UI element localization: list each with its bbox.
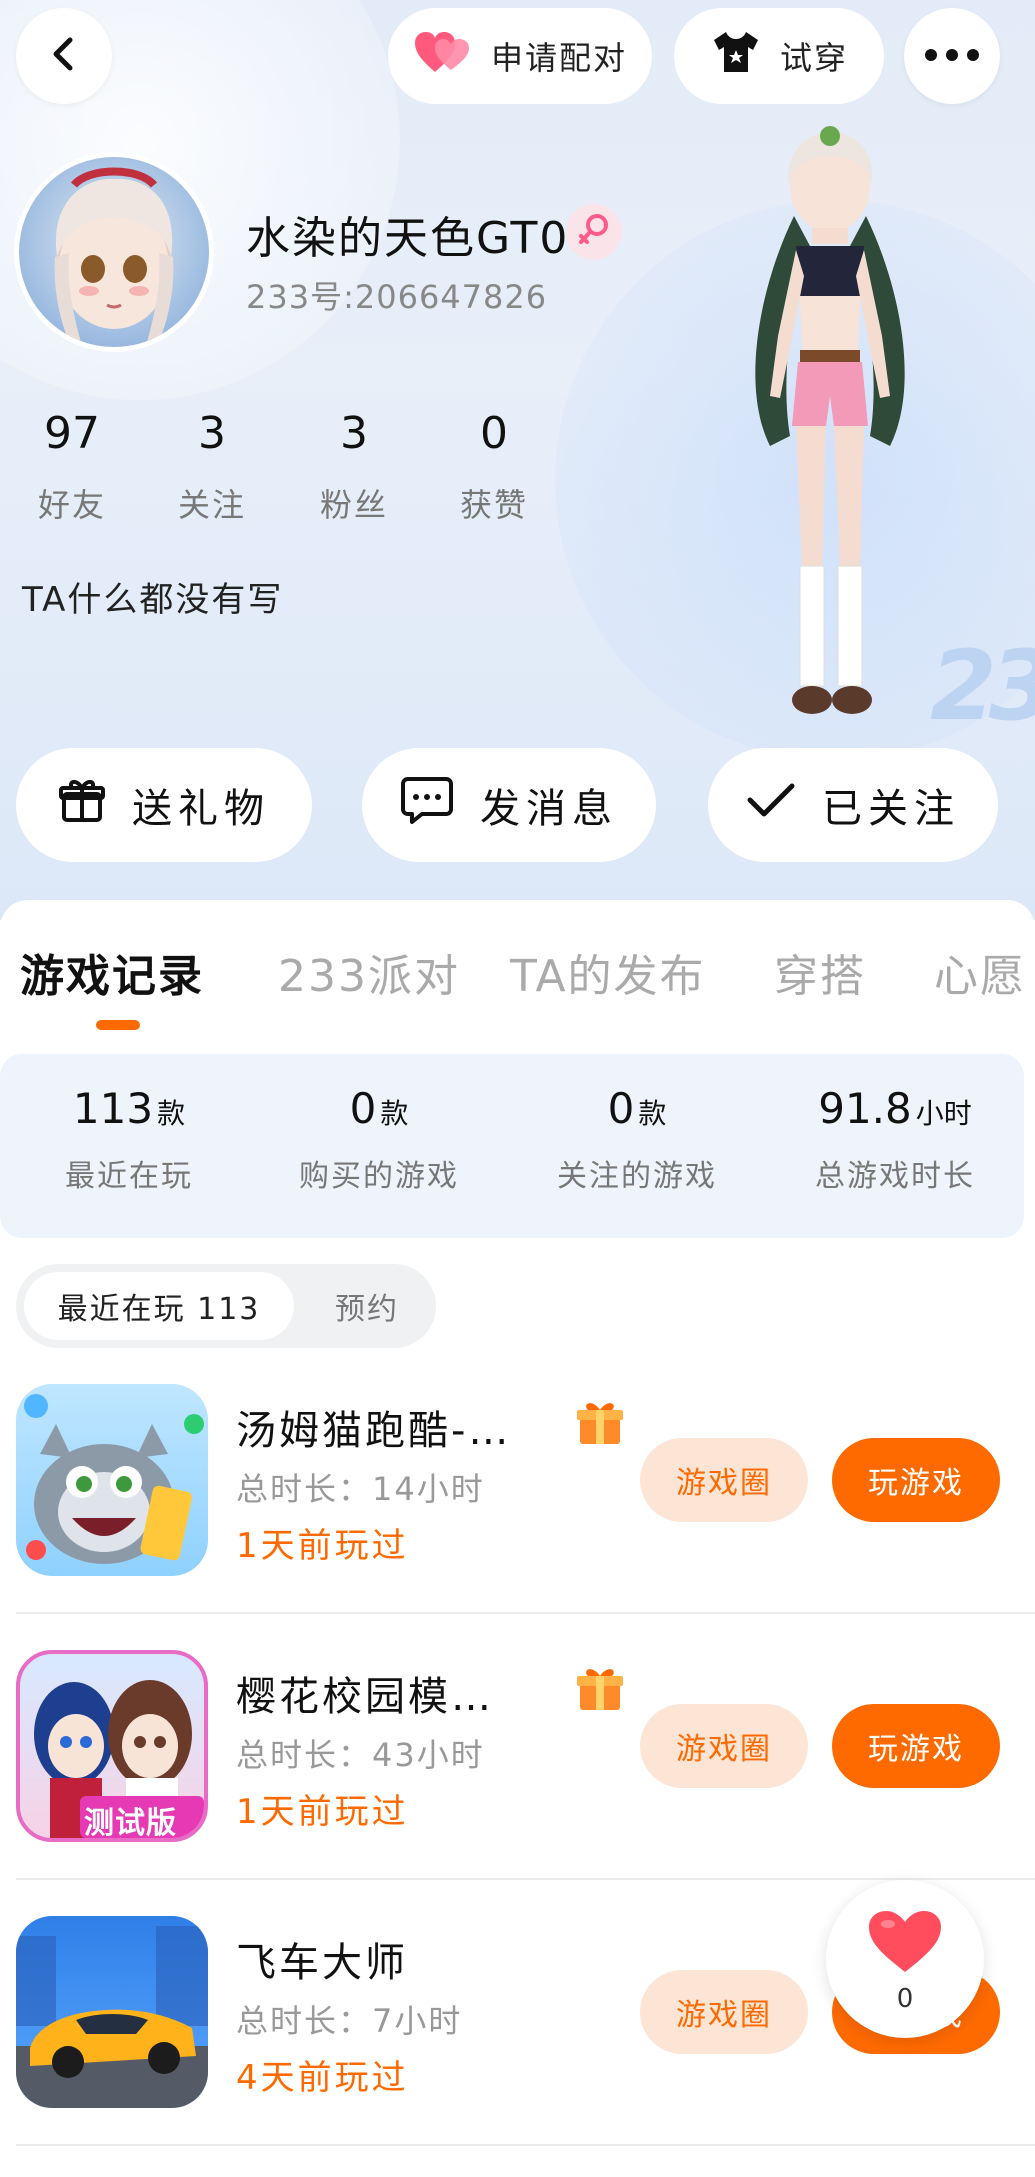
- summary-recent[interactable]: 113 款 最近在玩: [0, 1084, 258, 1195]
- user-id: 233号:206647826: [246, 278, 548, 316]
- summary-value: 113: [72, 1084, 154, 1133]
- floating-like-button[interactable]: 0: [826, 1880, 984, 2038]
- back-button[interactable]: [16, 8, 112, 104]
- avatar[interactable]: [14, 152, 214, 352]
- game-name: 樱花校园模…: [236, 1674, 494, 1720]
- brand-233-watermark: 233: [930, 630, 1035, 742]
- send-message-button[interactable]: 发消息: [362, 748, 656, 862]
- gift-icon: [58, 776, 106, 834]
- game-circle-button[interactable]: 游戏圈: [640, 1970, 808, 2054]
- avatar-portrait: [54, 167, 174, 342]
- summary-label: 关注的游戏: [557, 1159, 717, 1194]
- stat-value: 97: [44, 408, 100, 459]
- game-last-played: 1天前玩过: [236, 1526, 409, 1566]
- filter-recent-chip[interactable]: 最近在玩 113: [24, 1272, 294, 1340]
- match-label: 申请配对: [490, 39, 627, 77]
- send-gift-button[interactable]: 送礼物: [16, 748, 312, 862]
- heart-icon: [413, 30, 473, 82]
- summary-unit: 款: [380, 1097, 409, 1130]
- tab-ta-posts[interactable]: TA的发布: [510, 940, 706, 1004]
- tab-233-party[interactable]: 233派对: [278, 940, 460, 1004]
- summary-unit: 小时: [915, 1097, 972, 1130]
- tab-game-records[interactable]: 游戏记录: [20, 940, 204, 1004]
- tab-wishlist[interactable]: 心愿: [934, 940, 1026, 1004]
- checkmark-icon: [746, 780, 796, 830]
- stat-following[interactable]: 3 关注: [152, 408, 272, 526]
- divider: [16, 1612, 1035, 1614]
- female-gender-icon: [566, 204, 622, 260]
- summary-total-time[interactable]: 91.8 小时 总游戏时长: [766, 1084, 1024, 1195]
- game-duration: 总时长：14小时: [236, 1470, 485, 1508]
- game-row[interactable]: 测试版 樱花校园模… 总时长：43小时 1天前玩过 游戏圈 玩游戏: [0, 1650, 1035, 1916]
- send-message-label: 发消息: [480, 786, 618, 832]
- followed-button[interactable]: 已关注: [708, 748, 998, 862]
- game-last-played: 1天前玩过: [236, 1792, 409, 1832]
- stat-label: 好友: [37, 486, 106, 524]
- summary-value: 0: [349, 1084, 377, 1133]
- active-tab-indicator: [96, 1020, 140, 1030]
- filter-reservation-chip[interactable]: 预约: [312, 1272, 422, 1340]
- summary-purchased[interactable]: 0款 购买的游戏: [250, 1084, 508, 1195]
- username: 水染的天色GT0: [246, 213, 570, 264]
- chevron-left-icon: [44, 34, 84, 78]
- game-summary-card: 113 款 最近在玩 0款 购买的游戏 0款 关注的游戏 91.8 小时 总游戏时长: [0, 1054, 1024, 1238]
- tom-cat-art: [24, 1394, 204, 1564]
- stat-value: 3: [340, 408, 368, 459]
- gift-icon[interactable]: [574, 1664, 626, 1712]
- game-filter: 最近在玩 113 预约: [16, 1264, 436, 1348]
- summary-label: 总游戏时长: [815, 1159, 975, 1194]
- like-count: 0: [896, 1984, 914, 2014]
- summary-label: 最近在玩: [65, 1159, 193, 1194]
- tab-outfits[interactable]: 穿搭: [774, 940, 866, 1004]
- play-game-button[interactable]: 玩游戏: [832, 1704, 1000, 1788]
- character-avatar-3d[interactable]: [700, 126, 960, 746]
- game-icon-tom-cat[interactable]: [16, 1384, 208, 1576]
- summary-value: 0: [607, 1084, 635, 1133]
- summary-unit: 款: [638, 1097, 667, 1130]
- tshirt-icon: [710, 30, 762, 82]
- game-duration: 总时长：7小时: [236, 2002, 463, 2040]
- game-icon-sakura-school[interactable]: 测试版: [16, 1650, 208, 1842]
- send-gift-label: 送礼物: [132, 786, 270, 832]
- game-duration: 总时长：43小时: [236, 1736, 485, 1774]
- stat-label: 粉丝: [319, 486, 388, 524]
- divider: [16, 2144, 1035, 2146]
- game-icon-racing-master[interactable]: [16, 1916, 208, 2108]
- game-name: 汤姆猫跑酷-…: [236, 1408, 512, 1454]
- stat-likes[interactable]: 0 获赞: [434, 408, 554, 526]
- stat-fans[interactable]: 3 粉丝: [294, 408, 414, 526]
- racing-car-art: [16, 1926, 208, 2108]
- stat-value: 0: [480, 408, 508, 459]
- divider: [16, 1878, 1035, 1880]
- bio-text: TA什么都没有写: [22, 580, 284, 620]
- stat-friends[interactable]: 97 好友: [12, 408, 132, 526]
- game-circle-button[interactable]: 游戏圈: [640, 1438, 808, 1522]
- chat-bubble-icon: [400, 775, 454, 835]
- tryon-button[interactable]: 试穿: [674, 8, 884, 104]
- stat-label: 关注: [177, 486, 246, 524]
- followed-label: 已关注: [822, 786, 960, 832]
- heart-icon: [866, 1908, 944, 1978]
- game-row[interactable]: 汤姆猫跑酷-… 总时长：14小时 1天前玩过 游戏圈 玩游戏: [0, 1384, 1035, 1650]
- more-dots-icon: [924, 47, 980, 66]
- summary-label: 购买的游戏: [299, 1159, 459, 1194]
- stat-value: 3: [198, 408, 226, 459]
- gift-icon[interactable]: [574, 1398, 626, 1446]
- summary-followed[interactable]: 0款 关注的游戏: [508, 1084, 766, 1195]
- more-button[interactable]: [904, 8, 1000, 104]
- tryon-label: 试穿: [779, 39, 848, 77]
- profile-tabs: 游戏记录 233派对 TA的发布 穿搭 心愿: [0, 900, 1035, 1050]
- play-game-button[interactable]: 玩游戏: [832, 1438, 1000, 1522]
- test-version-badge: 测试版: [84, 1806, 177, 1841]
- summary-unit: 款: [157, 1097, 186, 1130]
- game-last-played: 4天前玩过: [236, 2058, 409, 2098]
- game-circle-button[interactable]: 游戏圈: [640, 1704, 808, 1788]
- stat-label: 获赞: [459, 486, 528, 524]
- match-button[interactable]: 申请配对: [388, 8, 652, 104]
- summary-value: 91.8: [818, 1084, 912, 1133]
- game-name: 飞车大师: [236, 1940, 408, 1986]
- profile-hero: 申请配对 试穿 水染的天色GT0 233号:206647826 97 好友 3 …: [0, 0, 1035, 920]
